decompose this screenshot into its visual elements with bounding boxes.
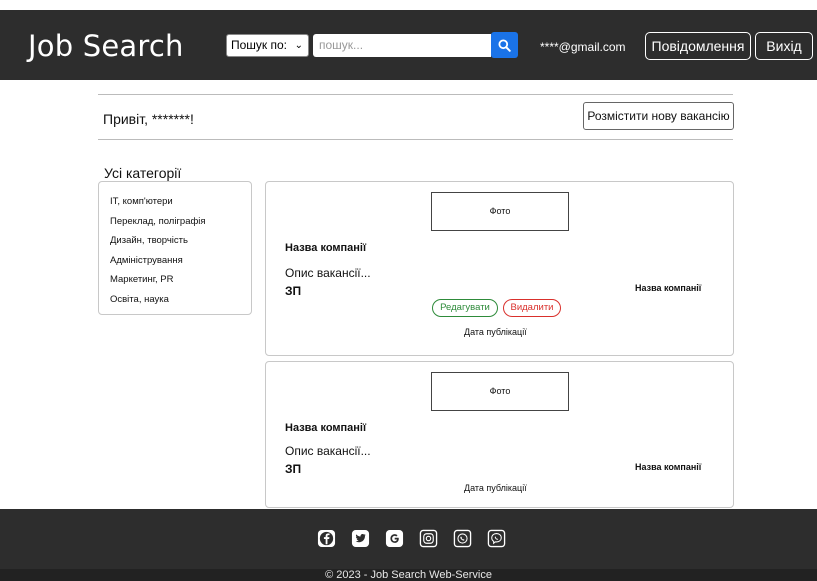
- publication-date: Дата публікації: [464, 483, 527, 493]
- vacancy-photo: Фото: [431, 372, 569, 411]
- vacancy-salary: ЗП: [285, 462, 302, 476]
- vacancy-salary: ЗП: [285, 284, 302, 298]
- top-navbar: Job Search Пошук по: ⌄ пошук... ****@gma…: [0, 10, 817, 80]
- category-item[interactable]: Адміністрування: [110, 251, 251, 271]
- whatsapp-icon[interactable]: [452, 528, 472, 548]
- viber-icon[interactable]: [486, 528, 506, 548]
- post-vacancy-button[interactable]: Розмістити нову вакансію: [583, 102, 734, 130]
- categories-title: Усі категорії: [104, 165, 182, 181]
- search-button[interactable]: [491, 32, 518, 58]
- company-name: Назва компанії: [285, 242, 367, 254]
- category-item[interactable]: Дизайн, творчість: [110, 231, 251, 251]
- footer: © 2023 - Job Search Web-Service: [0, 509, 817, 581]
- search-icon: [498, 38, 511, 52]
- category-item[interactable]: Освіта, наука: [110, 290, 251, 310]
- search-by-select[interactable]: Пошук по: ⌄: [226, 34, 309, 57]
- company-name: Назва компанії: [285, 422, 367, 434]
- instagram-icon[interactable]: [418, 528, 438, 548]
- vacancy-card[interactable]: Фото Назва компанії Опис вакансії... ЗП …: [265, 361, 734, 508]
- category-item[interactable]: Переклад, поліграфія: [110, 212, 251, 232]
- edit-button[interactable]: Редагувати: [432, 299, 498, 317]
- twitter-icon[interactable]: [350, 528, 370, 548]
- user-email: ****@gmail.com: [540, 40, 626, 54]
- logout-button[interactable]: Вихід: [755, 32, 813, 60]
- chevron-down-icon: ⌄: [294, 40, 303, 51]
- vacancy-description: Опис вакансії...: [285, 444, 371, 458]
- search-by-label: Пошук по:: [231, 38, 288, 52]
- company-name-right: Назва компанії: [635, 462, 702, 472]
- category-item[interactable]: IT, комп'ютери: [110, 192, 251, 212]
- vacancy-description: Опис вакансії...: [285, 266, 371, 280]
- greeting-text: Привіт, *******!: [103, 111, 194, 127]
- facebook-icon[interactable]: [316, 528, 336, 548]
- vacancy-card[interactable]: Фото Назва компанії Опис вакансії... ЗП …: [265, 181, 734, 356]
- divider: [98, 139, 733, 140]
- vacancy-photo: Фото: [431, 192, 569, 231]
- search-input[interactable]: пошук...: [313, 34, 491, 57]
- company-name-right: Назва компанії: [635, 283, 702, 293]
- publication-date: Дата публікації: [464, 327, 527, 337]
- divider: [98, 94, 733, 95]
- copyright-text: © 2023 - Job Search Web-Service: [325, 569, 492, 581]
- categories-list: IT, комп'ютери Переклад, поліграфія Диза…: [98, 181, 252, 315]
- google-icon[interactable]: [384, 528, 404, 548]
- delete-button[interactable]: Видалити: [503, 299, 561, 317]
- brand-logo[interactable]: Job Search: [28, 29, 184, 63]
- category-item[interactable]: Маркетинг, PR: [110, 270, 251, 290]
- messages-button[interactable]: Повідомлення: [645, 32, 751, 60]
